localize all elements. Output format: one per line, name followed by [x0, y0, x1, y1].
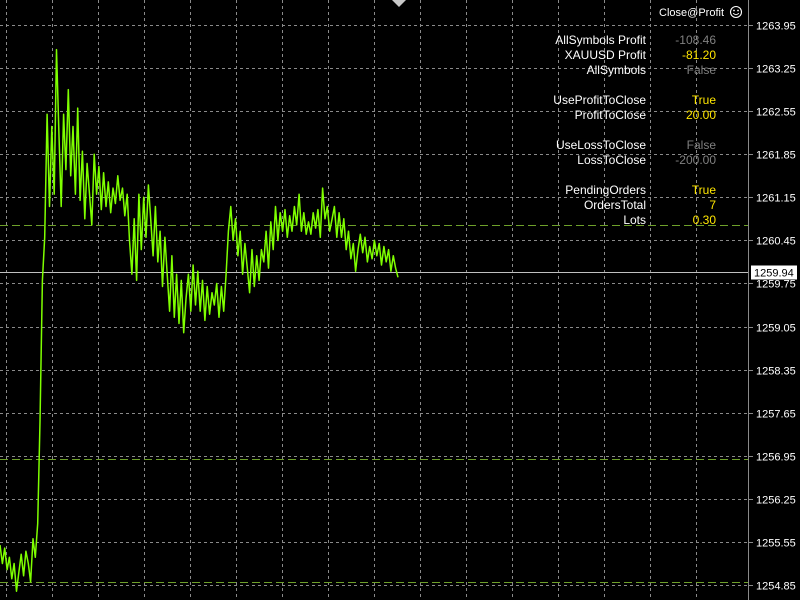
current-price-tag: 1259.94	[751, 265, 797, 280]
price-axis-tick-label: 1262.55	[756, 107, 796, 119]
ea-row-label: OrdersTotal	[584, 198, 646, 212]
ea-row-label: AllSymbols Profit	[555, 33, 646, 47]
ea-row-value: False	[687, 63, 717, 77]
ea-row-label: AllSymbols	[587, 63, 646, 77]
ea-row-label: ProfitToClose	[575, 108, 647, 122]
ea-row-label: XAUUSD Profit	[565, 48, 647, 62]
ea-row-value: True	[692, 183, 717, 197]
ea-row-label: PendingOrders	[565, 183, 646, 197]
chart-background	[0, 0, 800, 600]
price-axis-tick-label: 1263.25	[756, 64, 796, 76]
ea-row-label: Lots	[623, 213, 646, 227]
price-axis-tick-label: 1256.95	[756, 452, 796, 464]
price-axis-tick-label: 1259.05	[756, 323, 796, 335]
price-chart[interactable]: 1263.95 1263.25 1262.55 1261.85 1261.15 1260.…	[0, 0, 800, 600]
price-axis-tick-label: 1261.85	[756, 150, 796, 162]
ea-row-value: -81.20	[682, 48, 716, 62]
ea-row-value: 7	[709, 198, 716, 212]
price-axis-tick-label: 1261.15	[756, 193, 796, 205]
ea-row-value: True	[692, 93, 717, 107]
ea-title: Close@Profit	[659, 7, 724, 19]
ea-row-value: False	[687, 138, 717, 152]
ea-row-value: 0.30	[693, 213, 717, 227]
price-axis-tick-label: 1258.35	[756, 366, 796, 378]
current-price-tag-label: 1259.94	[754, 268, 794, 280]
ea-row-value: -200.00	[675, 153, 716, 167]
price-axis-tick-label: 1254.85	[756, 581, 796, 593]
ea-row-value: 20.00	[686, 108, 716, 122]
ea-row-value: -108.46	[675, 33, 716, 47]
price-axis-tick-label: 1260.45	[756, 236, 796, 248]
price-axis-tick-label: 1257.65	[756, 409, 796, 421]
price-axis-tick-label: 1259.75	[756, 279, 796, 291]
ea-row-label: UseProfitToClose	[553, 93, 646, 107]
price-axis-tick-label: 1256.25	[756, 495, 796, 507]
ea-row-label: LossToClose	[577, 153, 646, 167]
price-axis-tick-label: 1255.55	[756, 538, 796, 550]
ea-row-label: UseLossToClose	[556, 138, 646, 152]
price-axis-tick-label: 1263.95	[756, 21, 796, 33]
